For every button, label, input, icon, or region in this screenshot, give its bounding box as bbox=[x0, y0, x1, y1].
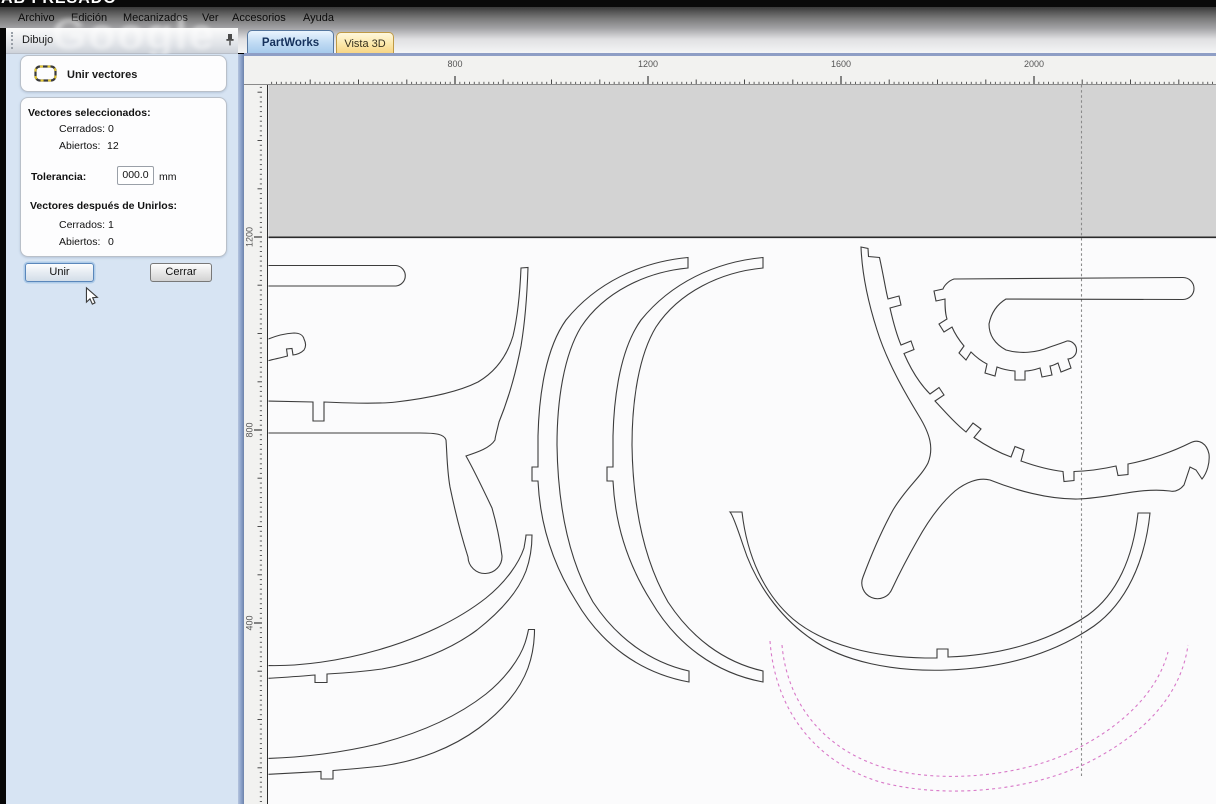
svg-text:1200: 1200 bbox=[245, 227, 255, 247]
svg-text:400: 400 bbox=[245, 615, 255, 630]
svg-text:800: 800 bbox=[245, 422, 255, 437]
svg-text:1200: 1200 bbox=[638, 59, 658, 69]
svg-text:2000: 2000 bbox=[1024, 59, 1044, 69]
svg-text:800: 800 bbox=[447, 59, 462, 69]
svg-text:1600: 1600 bbox=[831, 59, 851, 69]
